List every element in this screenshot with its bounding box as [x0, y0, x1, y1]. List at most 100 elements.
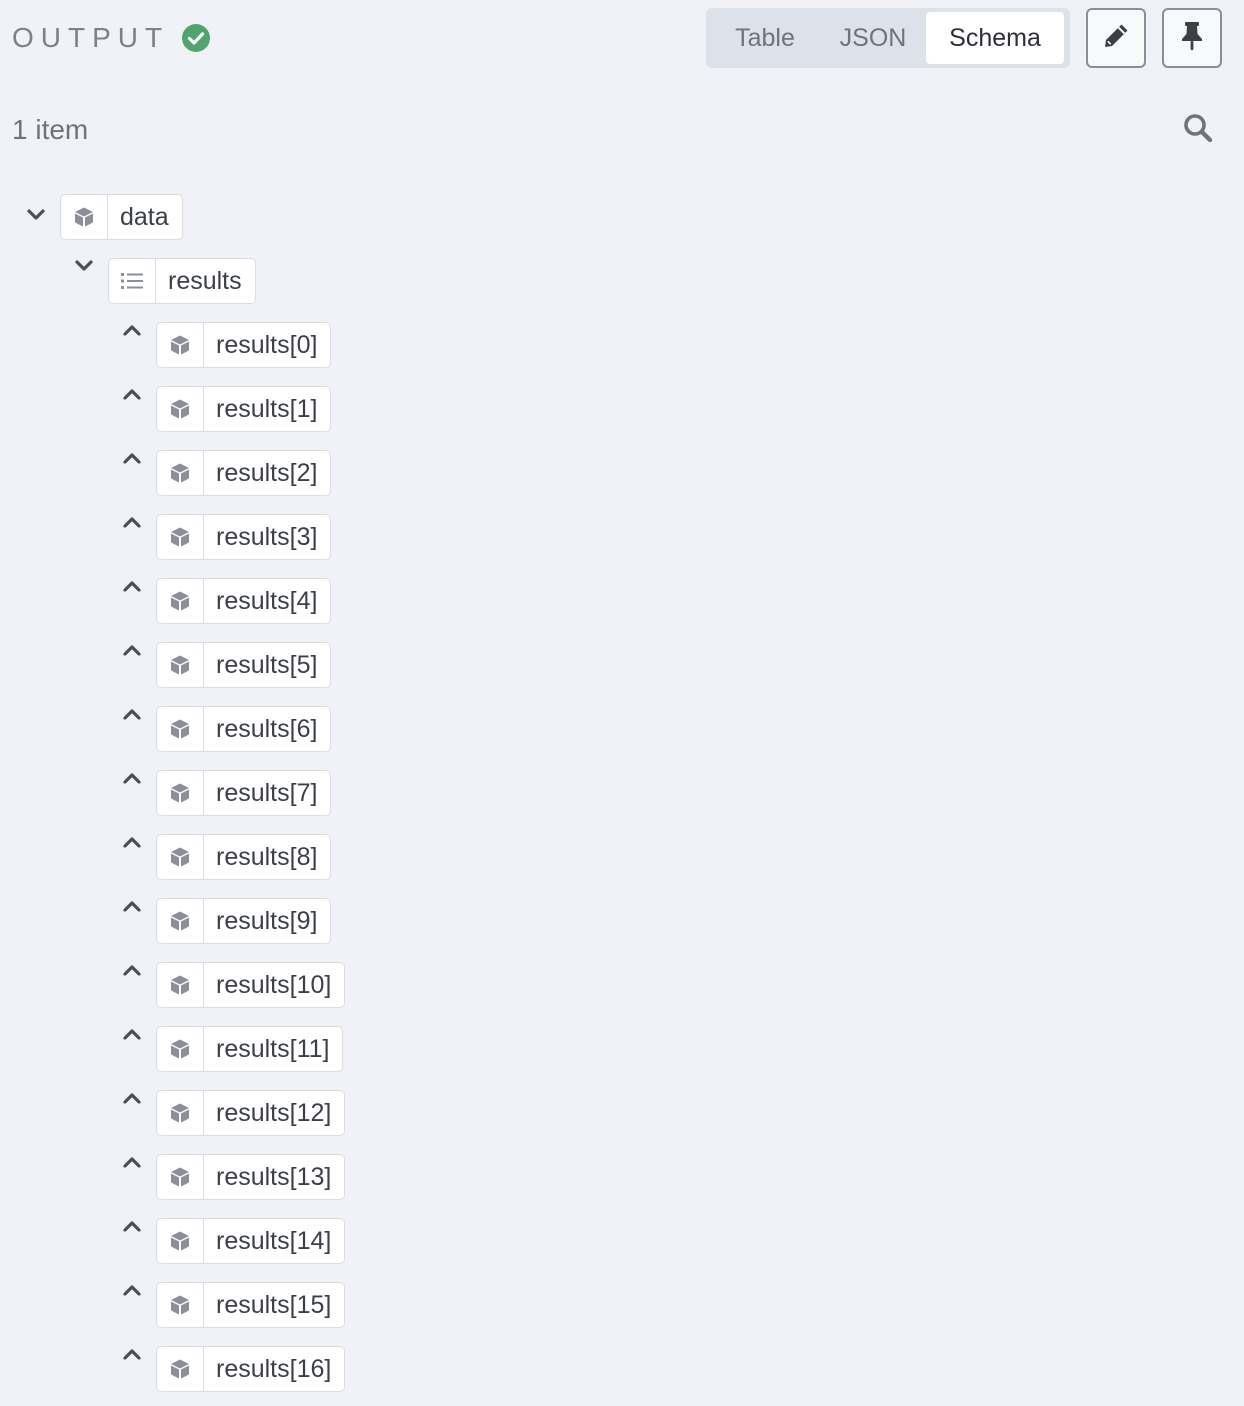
- tree-node-result-item: results[14]: [108, 1217, 346, 1265]
- schema-field-pill[interactable]: results[7]: [156, 770, 332, 816]
- expand-toggle[interactable]: [108, 1217, 156, 1265]
- field-name: results[16]: [216, 1354, 332, 1383]
- field-name: results[0]: [216, 330, 318, 359]
- schema-field-pill[interactable]: results[1]: [156, 386, 332, 432]
- tree-node-data: data: [12, 193, 183, 241]
- schema-field-pill[interactable]: results[13]: [156, 1154, 346, 1200]
- expand-toggle[interactable]: [108, 1345, 156, 1393]
- field-name: results[3]: [216, 522, 318, 551]
- schema-field-pill[interactable]: results[16]: [156, 1346, 346, 1392]
- field-name: results[1]: [216, 394, 318, 423]
- cube-icon: [157, 387, 204, 431]
- chevron-up-icon: [122, 1283, 142, 1302]
- expand-toggle[interactable]: [108, 385, 156, 433]
- expand-toggle[interactable]: [108, 641, 156, 689]
- schema-field-pill[interactable]: results[3]: [156, 514, 332, 560]
- tab-table[interactable]: Table: [710, 12, 820, 64]
- field-name: results[13]: [216, 1162, 332, 1191]
- field-name: results: [168, 266, 242, 295]
- chevron-up-icon: [122, 643, 142, 662]
- schema-field-pill[interactable]: results[5]: [156, 642, 332, 688]
- cube-icon: [157, 1027, 204, 1071]
- expand-toggle[interactable]: [108, 1153, 156, 1201]
- chevron-up-icon: [122, 835, 142, 854]
- field-name: results[7]: [216, 778, 318, 807]
- chevron-up-icon: [122, 1219, 142, 1238]
- output-panel: OUTPUT Table JSON Schema 1 item data res…: [0, 0, 1244, 1406]
- schema-field-pill[interactable]: results[6]: [156, 706, 332, 752]
- tab-schema[interactable]: Schema: [926, 12, 1064, 64]
- expand-toggle[interactable]: [108, 1089, 156, 1137]
- expand-toggle[interactable]: [108, 833, 156, 881]
- tree-node-result-item: results[12]: [108, 1089, 346, 1137]
- cube-icon: [157, 579, 204, 623]
- item-count: 1 item: [12, 114, 89, 145]
- expand-toggle[interactable]: [108, 1281, 156, 1329]
- pencil-icon: [1101, 21, 1131, 56]
- search-button[interactable]: [1178, 110, 1218, 150]
- panel-title: OUTPUT: [12, 20, 211, 56]
- field-name: results[12]: [216, 1098, 332, 1127]
- schema-field-pill[interactable]: results[11]: [156, 1026, 344, 1072]
- chevron-up-icon: [122, 1027, 142, 1046]
- cube-icon: [157, 1155, 204, 1199]
- field-name: data: [120, 202, 169, 231]
- cube-icon: [157, 1219, 204, 1263]
- expand-toggle[interactable]: [108, 769, 156, 817]
- cube-icon: [157, 835, 204, 879]
- field-name: results[10]: [216, 970, 332, 999]
- field-name: results[6]: [216, 714, 318, 743]
- schema-field-pill[interactable]: results[0]: [156, 322, 332, 368]
- tree-node-result-item: results[9]: [108, 897, 332, 945]
- chevron-up-icon: [122, 579, 142, 598]
- expand-toggle[interactable]: [12, 193, 60, 241]
- expand-toggle[interactable]: [108, 705, 156, 753]
- chevron-down-icon: [26, 208, 46, 227]
- pin-output-button[interactable]: [1162, 8, 1222, 68]
- check-circle-icon: [181, 23, 211, 53]
- field-name: results[2]: [216, 458, 318, 487]
- expand-toggle[interactable]: [108, 961, 156, 1009]
- field-name: results[14]: [216, 1226, 332, 1255]
- chevron-up-icon: [122, 707, 142, 726]
- schema-field-pill[interactable]: results[12]: [156, 1090, 346, 1136]
- edit-output-button[interactable]: [1086, 8, 1146, 68]
- schema-field-pill[interactable]: data: [60, 194, 183, 240]
- cube-icon: [157, 515, 204, 559]
- expand-toggle[interactable]: [60, 257, 108, 305]
- schema-field-pill[interactable]: results[4]: [156, 578, 332, 624]
- list-icon: [109, 259, 156, 303]
- expand-toggle[interactable]: [108, 513, 156, 561]
- field-name: results[11]: [216, 1034, 330, 1063]
- chevron-up-icon: [122, 323, 142, 342]
- tree-node-result-item: results[0]: [108, 321, 332, 369]
- expand-toggle[interactable]: [108, 449, 156, 497]
- chevron-up-icon: [122, 1347, 142, 1366]
- cube-icon: [157, 707, 204, 751]
- expand-toggle[interactable]: [108, 1025, 156, 1073]
- schema-field-pill[interactable]: results[14]: [156, 1218, 346, 1264]
- schema-field-pill[interactable]: results[9]: [156, 898, 332, 944]
- chevron-up-icon: [122, 451, 142, 470]
- cube-icon: [61, 195, 108, 239]
- tree-node-result-item: results[16]: [108, 1345, 346, 1393]
- tab-json[interactable]: JSON: [820, 12, 926, 64]
- cube-icon: [157, 323, 204, 367]
- field-name: results[4]: [216, 586, 318, 615]
- schema-field-pill[interactable]: results[2]: [156, 450, 332, 496]
- tree-node-result-item: results[3]: [108, 513, 332, 561]
- tree-node-result-item: results[2]: [108, 449, 332, 497]
- chevron-up-icon: [122, 515, 142, 534]
- tree-node-result-item: results[8]: [108, 833, 332, 881]
- schema-field-pill[interactable]: results[15]: [156, 1282, 346, 1328]
- expand-toggle[interactable]: [108, 321, 156, 369]
- expand-toggle[interactable]: [108, 577, 156, 625]
- chevron-up-icon: [122, 1091, 142, 1110]
- expand-toggle[interactable]: [108, 897, 156, 945]
- schema-field-pill[interactable]: results[10]: [156, 962, 346, 1008]
- schema-field-pill[interactable]: results: [108, 258, 256, 304]
- pin-icon: [1177, 20, 1207, 57]
- field-name: results[9]: [216, 906, 318, 935]
- schema-field-pill[interactable]: results[8]: [156, 834, 332, 880]
- chevron-up-icon: [122, 963, 142, 982]
